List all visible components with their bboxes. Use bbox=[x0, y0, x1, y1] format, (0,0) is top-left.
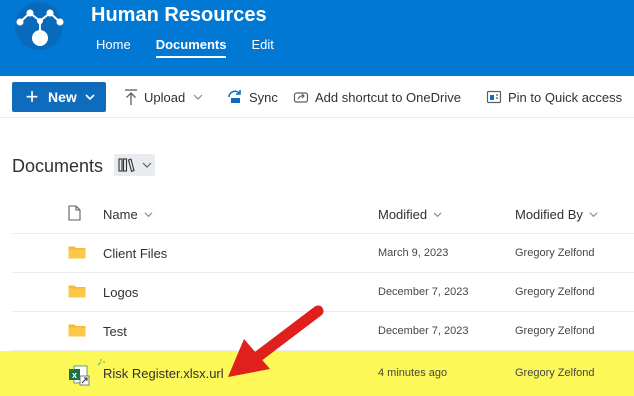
modified-by-column-label: Modified By bbox=[515, 207, 583, 222]
name-column-header[interactable]: Name bbox=[103, 207, 153, 222]
row-name[interactable]: Test bbox=[103, 324, 127, 339]
row-modified: March 9, 2023 bbox=[378, 247, 449, 259]
folder-icon bbox=[68, 285, 86, 298]
upload-button[interactable]: Upload bbox=[124, 82, 203, 112]
library-view-icon bbox=[118, 158, 135, 173]
site-title[interactable]: Human Resources bbox=[91, 4, 267, 27]
chevron-down-icon bbox=[433, 212, 442, 218]
row-name[interactable]: Client Files bbox=[103, 246, 167, 261]
site-header: Human Resources Home Documents Edit bbox=[0, 0, 634, 76]
nav-documents[interactable]: Documents bbox=[155, 37, 226, 59]
chevron-down-icon bbox=[142, 162, 152, 168]
nav-edit[interactable]: Edit bbox=[251, 37, 273, 59]
plus-icon: + bbox=[25, 84, 39, 109]
library-title: Documents bbox=[12, 156, 104, 176]
sync-button[interactable]: Sync bbox=[227, 82, 278, 112]
pin-quick-access-button[interactable]: Pin to Quick access bbox=[486, 82, 622, 112]
new-button[interactable]: + New bbox=[12, 82, 106, 112]
chevron-down-icon bbox=[85, 94, 95, 101]
nav-home[interactable]: Home bbox=[96, 37, 131, 59]
list-column-header: Name Modified Modified By bbox=[12, 196, 634, 234]
chevron-down-icon bbox=[144, 212, 153, 218]
add-shortcut-label: Add shortcut to OneDrive bbox=[315, 89, 461, 105]
excel-link-icon: x bbox=[69, 365, 90, 386]
row-modified: December 7, 2023 bbox=[378, 286, 469, 298]
folder-icon bbox=[68, 324, 86, 337]
site-nav: Home Documents Edit bbox=[96, 37, 299, 59]
upload-icon bbox=[125, 89, 137, 105]
file-type-column-icon[interactable] bbox=[68, 205, 81, 221]
sync-icon bbox=[228, 90, 241, 103]
annotation-arrow bbox=[228, 305, 324, 377]
row-modified-by[interactable]: Gregory Zelfond bbox=[515, 367, 594, 379]
table-row[interactable]: Client Files March 9, 2023 Gregory Zelfo… bbox=[12, 234, 634, 273]
new-button-label: New bbox=[48, 89, 77, 105]
pin-icon bbox=[486, 90, 502, 104]
row-name[interactable]: Risk Register.xlsx.url bbox=[103, 366, 224, 381]
shortcut-icon bbox=[293, 92, 309, 103]
name-column-label: Name bbox=[103, 207, 138, 222]
view-switcher[interactable] bbox=[114, 154, 155, 176]
upload-label: Upload bbox=[144, 89, 186, 105]
row-modified: December 7, 2023 bbox=[378, 325, 469, 337]
row-modified-by[interactable]: Gregory Zelfond bbox=[515, 247, 594, 259]
command-bar: + New Upload Sync Add shortcut to OneDri… bbox=[0, 76, 634, 118]
modified-column-label: Modified bbox=[378, 207, 428, 222]
chevron-down-icon bbox=[589, 212, 598, 218]
site-logo-icon[interactable] bbox=[6, 0, 68, 62]
sync-label: Sync bbox=[249, 89, 278, 105]
folder-icon bbox=[68, 246, 86, 259]
row-modified-by[interactable]: Gregory Zelfond bbox=[515, 286, 594, 298]
svg-text:x: x bbox=[72, 370, 77, 380]
row-modified-by[interactable]: Gregory Zelfond bbox=[515, 325, 594, 337]
new-item-sparkle-icon bbox=[97, 359, 105, 366]
row-modified: 4 minutes ago bbox=[378, 367, 448, 379]
chevron-down-icon bbox=[193, 94, 203, 100]
modified-by-column-header[interactable]: Modified By bbox=[515, 207, 598, 222]
modified-column-header[interactable]: Modified bbox=[378, 207, 442, 222]
row-name[interactable]: Logos bbox=[103, 285, 138, 300]
add-shortcut-button[interactable]: Add shortcut to OneDrive bbox=[293, 82, 461, 112]
pin-label: Pin to Quick access bbox=[508, 89, 623, 105]
